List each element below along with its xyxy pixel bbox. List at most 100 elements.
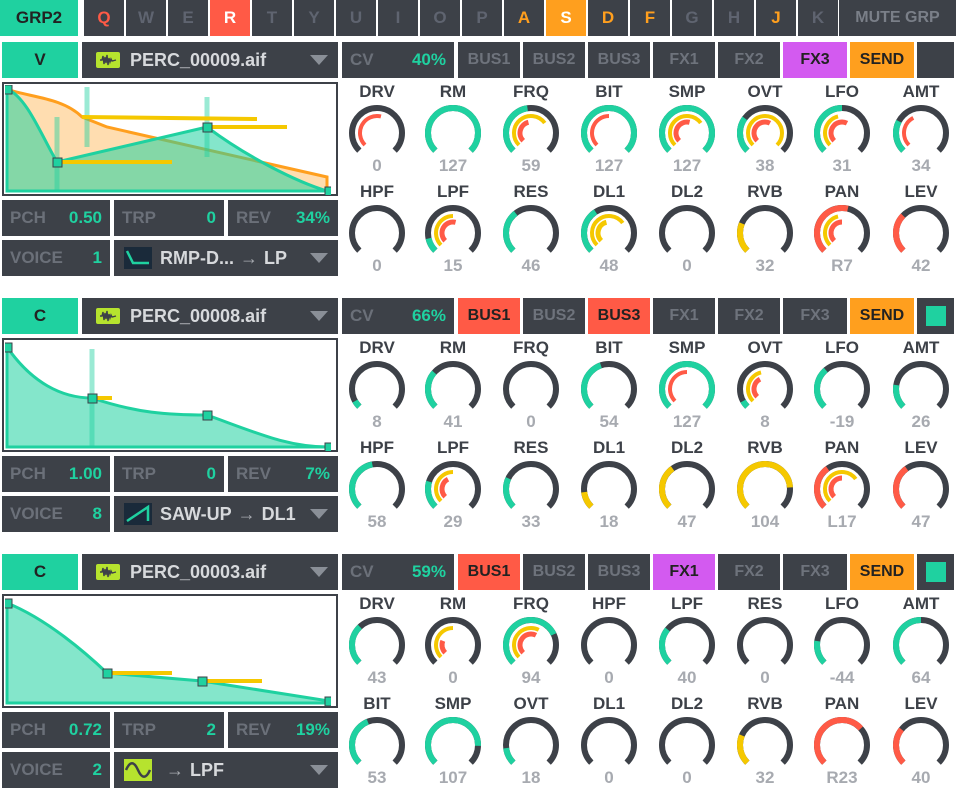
knob-dial[interactable] [422,102,484,164]
channel-toggle[interactable] [917,298,954,334]
voice-mode-button[interactable]: V [2,42,78,78]
bus-fx1-button[interactable]: FX1 [653,42,715,78]
knob-rvb[interactable]: RVB 32 [726,694,804,792]
envelope-handle[interactable] [5,598,13,609]
knob-dial[interactable] [734,714,796,776]
key-h[interactable]: H [714,0,754,36]
knob-res[interactable]: RES 46 [492,182,570,282]
knob-dial[interactable] [734,358,796,420]
knob-pan[interactable]: PAN R23 [803,694,881,792]
knob-dial[interactable] [346,202,408,264]
knob-dial[interactable] [500,102,562,164]
bus-fx2-button[interactable]: FX2 [718,554,780,590]
knob-lfo[interactable]: LFO 31 [803,82,881,182]
key-d[interactable]: D [588,0,628,36]
knob-dial[interactable] [890,614,952,676]
reverse-control[interactable]: REV 7% [228,456,338,492]
cv-control[interactable]: CV 66% [342,298,454,334]
transpose-control[interactable]: TRP 0 [114,200,224,236]
knob-ovt[interactable]: OVT 18 [492,694,570,792]
knob-rvb[interactable]: RVB 32 [726,182,804,282]
knob-lev[interactable]: LEV 47 [882,438,956,538]
envelope-handle[interactable] [197,676,208,687]
knob-dial[interactable] [811,102,873,164]
voice-mode-button[interactable]: C [2,298,78,334]
envelope-handle[interactable] [202,410,213,421]
knob-dial[interactable] [346,358,408,420]
knob-dial[interactable] [422,202,484,264]
voice-control[interactable]: VOICE 8 [2,496,110,532]
envelope-handle[interactable] [324,442,331,451]
knob-dial[interactable] [500,202,562,264]
knob-frq[interactable]: FRQ 0 [492,338,570,438]
key-a[interactable]: A [504,0,544,36]
key-w[interactable]: W [126,0,166,36]
transpose-control[interactable]: TRP 2 [114,712,224,748]
key-s[interactable]: S [546,0,586,36]
envelope-handle[interactable] [87,393,98,404]
knob-lfo[interactable]: LFO -44 [803,594,881,694]
bus-bus2-button[interactable]: BUS2 [523,42,585,78]
group-button[interactable]: GRP2 [0,0,78,36]
bus-send-button[interactable]: SEND [850,554,914,590]
knob-dial[interactable] [500,458,562,520]
knob-rm[interactable]: RM 41 [414,338,492,438]
knob-dial[interactable] [890,358,952,420]
knob-rm[interactable]: RM 127 [414,82,492,182]
knob-dl2[interactable]: DL2 47 [648,438,726,538]
knob-dial[interactable] [422,458,484,520]
knob-pan[interactable]: PAN L17 [803,438,881,538]
envelope-handle[interactable] [5,85,13,95]
knob-bit[interactable]: BIT 53 [338,694,416,792]
knob-drv[interactable]: DRV 0 [338,82,416,182]
knob-lpf[interactable]: LPF 15 [414,182,492,282]
envelope-handle[interactable] [202,122,213,133]
key-t[interactable]: T [252,0,292,36]
knob-frq[interactable]: FRQ 94 [492,594,570,694]
mute-group-button[interactable]: MUTE GRP [839,0,956,36]
channel-toggle[interactable] [917,554,954,590]
knob-lpf[interactable]: LPF 29 [414,438,492,538]
knob-dial[interactable] [890,458,952,520]
knob-dial[interactable] [500,358,562,420]
voice-control[interactable]: VOICE 2 [2,752,110,788]
knob-dl1[interactable]: DL1 48 [570,182,648,282]
modulation-route-select[interactable]: RMP-D... → LP [114,240,338,276]
knob-dial[interactable] [346,102,408,164]
envelope-handle[interactable] [324,186,331,195]
knob-lfo[interactable]: LFO -19 [803,338,881,438]
knob-hpf[interactable]: HPF 0 [570,594,648,694]
knob-pan[interactable]: PAN R7 [803,182,881,282]
knob-dial[interactable] [811,358,873,420]
knob-dial[interactable] [890,102,952,164]
knob-ovt[interactable]: OVT 38 [726,82,804,182]
pitch-control[interactable]: PCH 0.50 [2,200,110,236]
knob-smp[interactable]: SMP 107 [414,694,492,792]
sample-file-select[interactable]: PERC_00003.aif [82,554,338,590]
bus-fx2-button[interactable]: FX2 [718,42,780,78]
knob-dial[interactable] [734,202,796,264]
envelope-handle[interactable] [102,668,113,679]
knob-dial[interactable] [811,458,873,520]
knob-rvb[interactable]: RVB 104 [726,438,804,538]
knob-dl2[interactable]: DL2 0 [648,182,726,282]
knob-hpf[interactable]: HPF 58 [338,438,416,538]
bus-bus3-button[interactable]: BUS3 [588,554,650,590]
knob-dl2[interactable]: DL2 0 [648,694,726,792]
knob-dial[interactable] [656,102,718,164]
knob-dial[interactable] [734,458,796,520]
knob-dial[interactable] [578,458,640,520]
key-k[interactable]: K [798,0,838,36]
sample-file-select[interactable]: PERC_00008.aif [82,298,338,334]
knob-dial[interactable] [500,714,562,776]
key-g[interactable]: G [672,0,712,36]
knob-res[interactable]: RES 0 [726,594,804,694]
knob-smp[interactable]: SMP 127 [648,82,726,182]
knob-frq[interactable]: FRQ 59 [492,82,570,182]
knob-bit[interactable]: BIT 54 [570,338,648,438]
key-i[interactable]: I [378,0,418,36]
knob-dial[interactable] [346,458,408,520]
key-j[interactable]: J [756,0,796,36]
bus-bus2-button[interactable]: BUS2 [523,554,585,590]
pitch-control[interactable]: PCH 1.00 [2,456,110,492]
